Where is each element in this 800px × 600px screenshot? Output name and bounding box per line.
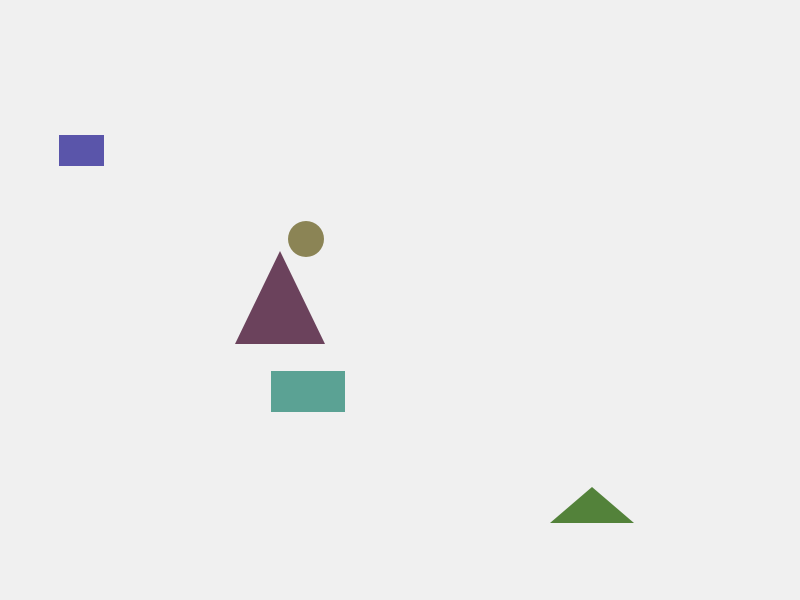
- teal-rectangle: [271, 371, 345, 412]
- blue-rectangle: [59, 135, 104, 166]
- plum-triangle: [235, 251, 325, 344]
- shapes-canvas: [0, 0, 800, 600]
- olive-circle: [288, 221, 324, 257]
- shapes-svg: [59, 135, 634, 523]
- green-triangle: [550, 487, 634, 523]
